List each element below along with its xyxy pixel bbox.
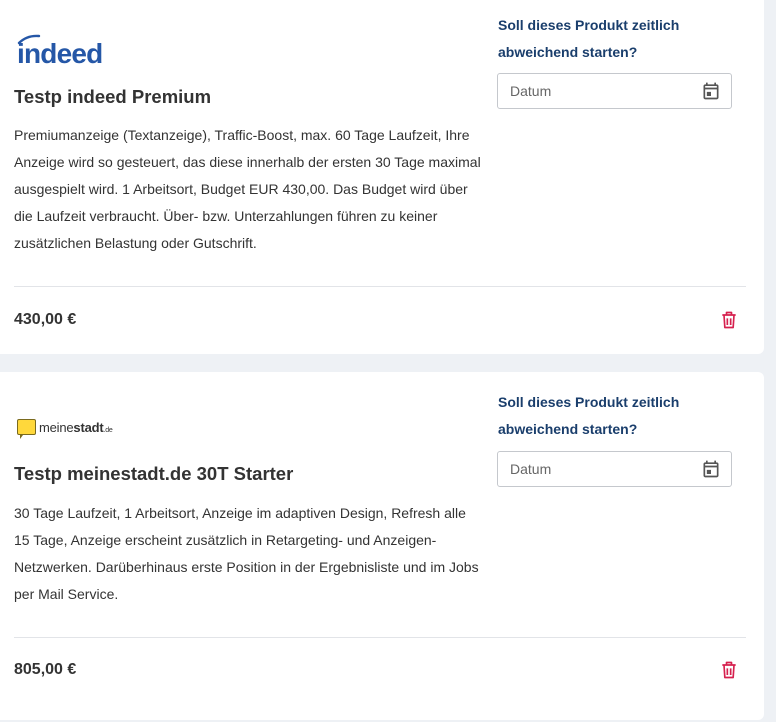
product-price: 805,00 € (14, 661, 77, 678)
start-date-question: Soll dieses Produkt zeitlich abweichend … (498, 394, 680, 437)
start-date-field (497, 451, 732, 487)
product-title: Testp meinestadt.de 30T Starter (14, 463, 294, 484)
trash-icon[interactable] (719, 310, 739, 330)
divider (14, 637, 746, 638)
indeed-logo: indeed (17, 34, 103, 68)
start-date-field (497, 73, 732, 109)
speech-bubble-icon (17, 419, 36, 439)
svg-text:indeed: indeed (17, 38, 102, 68)
calendar-icon[interactable] (701, 81, 721, 101)
start-date-question: Soll dieses Produkt zeitlich abweichend … (498, 17, 680, 60)
start-date-input[interactable] (498, 74, 688, 108)
product-title: Testp indeed Premium (14, 86, 212, 107)
start-date-input[interactable] (498, 452, 688, 486)
meinestadt-logo: meinestadt.de (17, 419, 113, 439)
divider (14, 286, 746, 287)
product-price: 430,00 € (14, 311, 77, 328)
calendar-icon[interactable] (701, 459, 721, 479)
product-description: 30 Tage Laufzeit, 1 Arbeitsort, Anzeige … (14, 505, 479, 602)
product-description: Premiumanzeige (Textanzeige), Traffic-Bo… (14, 127, 481, 251)
trash-icon[interactable] (719, 660, 739, 680)
